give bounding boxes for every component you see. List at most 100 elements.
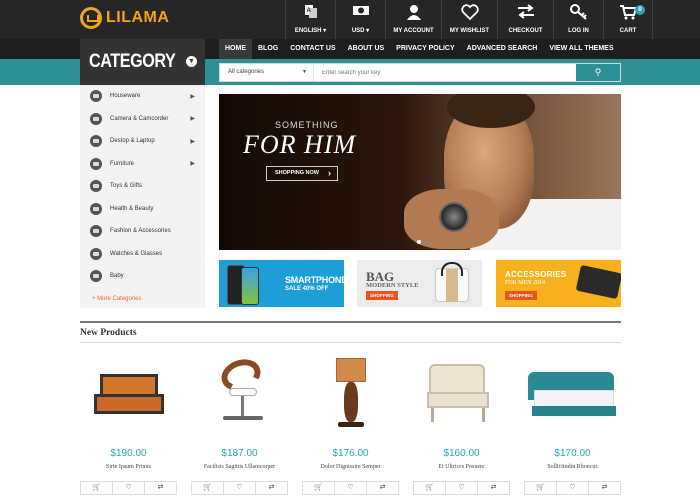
wishlist-heart-icon[interactable]: ♡ bbox=[224, 482, 256, 494]
compare-icon[interactable]: ⇄ bbox=[145, 482, 176, 494]
houseware-icon bbox=[90, 90, 102, 103]
currency-selector[interactable]: USD ▾ bbox=[335, 0, 385, 39]
category-item-furniture[interactable]: Furniture ▶ bbox=[80, 153, 205, 176]
category-item-label: Destop & Laptop bbox=[110, 138, 155, 145]
exchange-icon bbox=[516, 4, 536, 19]
wishlist-heart-icon[interactable]: ♡ bbox=[557, 482, 589, 494]
category-item-houseware[interactable]: Houseware ▶ bbox=[80, 85, 205, 108]
banner-subtitle: FOR MEN 2014 bbox=[505, 280, 546, 286]
product-price: $176.00 bbox=[332, 448, 369, 459]
category-item-health-beauty[interactable]: Health & Beauty bbox=[80, 198, 205, 221]
product-name[interactable]: Et Ultrices Posuere bbox=[413, 464, 510, 470]
my-account-link[interactable]: MY ACCOUNT bbox=[385, 0, 441, 39]
add-to-cart-icon[interactable]: 🛒 bbox=[81, 482, 113, 494]
chevron-right-icon: ▶ bbox=[190, 161, 195, 168]
product-name[interactable]: Sollicitudin Rhoncus bbox=[524, 464, 621, 470]
product-card[interactable]: $187.00 Facilisis Sagittis Ullamcorper 🛒… bbox=[191, 350, 288, 500]
product-name[interactable]: Facilisis Sagittis Ullamcorper bbox=[191, 464, 288, 470]
compare-icon[interactable]: ⇄ bbox=[589, 482, 620, 494]
nav-about-us[interactable]: ABOUT US bbox=[342, 39, 391, 59]
key-icon bbox=[569, 4, 588, 20]
banner-bag[interactable]: BAG MODERN STYLE SHOPPING bbox=[357, 260, 482, 307]
add-to-cart-icon[interactable]: 🛒 bbox=[192, 482, 224, 494]
hero-shop-button[interactable]: SHOPPING NOW bbox=[266, 166, 338, 181]
hero-slider[interactable]: SOMETHING FOR HIM SHOPPING NOW bbox=[219, 94, 621, 250]
product-image[interactable] bbox=[413, 350, 510, 434]
category-header[interactable]: CATEGORY ▼ bbox=[80, 39, 205, 85]
product-actions: 🛒 ♡ ⇄ bbox=[80, 481, 177, 495]
section-divider bbox=[80, 342, 621, 343]
language-label: ENGLISH ▾ bbox=[294, 28, 327, 34]
baby-icon bbox=[90, 270, 102, 283]
nav-advanced-search[interactable]: ADVANCED SEARCH bbox=[461, 39, 544, 59]
add-to-cart-icon[interactable]: 🛒 bbox=[303, 482, 335, 494]
category-item-desktop-laptop[interactable]: Destop & Laptop ▶ bbox=[80, 130, 205, 153]
category-item-label: Toys & Gifts bbox=[110, 183, 143, 190]
banner-shop-button[interactable]: SHOPPING bbox=[366, 291, 398, 300]
currency-label: USD ▾ bbox=[351, 28, 370, 34]
cart-label: CART bbox=[619, 28, 637, 34]
more-categories-link[interactable]: + More Categories bbox=[80, 288, 205, 310]
product-image[interactable] bbox=[191, 350, 288, 434]
heart-icon bbox=[460, 4, 479, 20]
sofa-icon bbox=[90, 157, 102, 170]
compare-icon[interactable]: ⇄ bbox=[478, 482, 509, 494]
category-item-fashion[interactable]: Fashion & Accessories bbox=[80, 220, 205, 243]
my-wishlist-link[interactable]: MY WISHLIST bbox=[441, 0, 497, 39]
banner-subtitle: SALE 40% OFF bbox=[285, 286, 329, 292]
slider-dot[interactable] bbox=[417, 240, 421, 244]
product-actions: 🛒 ♡ ⇄ bbox=[524, 481, 621, 495]
nav-view-all-themes[interactable]: VIEW ALL THEMES bbox=[543, 39, 619, 59]
category-title: CATEGORY bbox=[89, 51, 176, 72]
search-input[interactable] bbox=[314, 64, 576, 81]
wishlist-heart-icon[interactable]: ♡ bbox=[446, 482, 478, 494]
product-card[interactable]: $176.00 Dolor Dignissim Semper 🛒 ♡ ⇄ bbox=[302, 350, 399, 500]
product-image[interactable] bbox=[302, 350, 399, 434]
product-actions: 🛒 ♡ ⇄ bbox=[302, 481, 399, 495]
product-card[interactable]: $170.00 Sollicitudin Rhoncus 🛒 ♡ ⇄ bbox=[524, 350, 621, 500]
login-label: LOG IN bbox=[568, 28, 589, 34]
nav-home[interactable]: HOME bbox=[219, 39, 252, 59]
product-name[interactable]: Sirte Ipsum Primis bbox=[80, 464, 177, 470]
product-image[interactable] bbox=[80, 350, 177, 434]
banner-shop-button[interactable]: SHOPPING bbox=[505, 291, 537, 300]
search-form: All categories ⚲ bbox=[219, 63, 621, 82]
shirt-icon bbox=[90, 225, 102, 238]
banner-accessories[interactable]: ACCESSORIES FOR MEN 2014 SHOPPING bbox=[496, 260, 621, 307]
money-icon bbox=[352, 4, 370, 17]
product-image[interactable] bbox=[524, 350, 621, 434]
laptop-icon bbox=[90, 135, 102, 148]
category-item-baby[interactable]: Baby bbox=[80, 265, 205, 288]
camera-icon bbox=[90, 112, 102, 125]
nav-blog[interactable]: BLOG bbox=[252, 39, 284, 59]
product-card[interactable]: $190.00 Sirte Ipsum Primis 🛒 ♡ ⇄ bbox=[80, 350, 177, 500]
wishlist-heart-icon[interactable]: ♡ bbox=[113, 482, 145, 494]
logo[interactable]: LILAMA bbox=[80, 7, 169, 29]
language-selector[interactable]: A ENGLISH ▾ bbox=[285, 0, 335, 39]
login-link[interactable]: LOG IN bbox=[553, 0, 603, 39]
section-divider bbox=[80, 321, 621, 323]
add-to-cart-icon[interactable]: 🛒 bbox=[525, 482, 557, 494]
category-item-camera[interactable]: Camera & Camcorder ▶ bbox=[80, 108, 205, 131]
slider-dot[interactable] bbox=[424, 240, 428, 244]
search-button[interactable]: ⚲ bbox=[576, 64, 620, 81]
checkout-link[interactable]: CHECKOUT bbox=[497, 0, 553, 39]
banner-smartphone[interactable]: SMARTPHONE SALE 40% OFF bbox=[219, 260, 344, 307]
compare-icon[interactable]: ⇄ bbox=[367, 482, 398, 494]
cart-link[interactable]: 0 CART bbox=[603, 0, 653, 39]
watch-icon bbox=[439, 202, 469, 232]
banner-title: SMARTPHONE bbox=[285, 275, 344, 285]
product-card[interactable]: $160.00 Et Ultrices Posuere 🛒 ♡ ⇄ bbox=[413, 350, 510, 500]
product-grid: $190.00 Sirte Ipsum Primis 🛒 ♡ ⇄ $187.00… bbox=[80, 350, 621, 500]
search-category-select[interactable]: All categories bbox=[220, 64, 314, 81]
nav-contact-us[interactable]: CONTACT US bbox=[284, 39, 341, 59]
nav-privacy-policy[interactable]: PRIVACY POLICY bbox=[390, 39, 460, 59]
product-name[interactable]: Dolor Dignissim Semper bbox=[302, 464, 399, 470]
add-to-cart-icon[interactable]: 🛒 bbox=[414, 482, 446, 494]
my-wishlist-label: MY WISHLIST bbox=[449, 28, 490, 34]
wishlist-heart-icon[interactable]: ♡ bbox=[335, 482, 367, 494]
category-item-toys-gifts[interactable]: Toys & Gifts bbox=[80, 175, 205, 198]
compare-icon[interactable]: ⇄ bbox=[256, 482, 287, 494]
category-item-watches[interactable]: Watches & Glasses bbox=[80, 243, 205, 266]
chevron-right-icon: ▶ bbox=[190, 93, 195, 100]
